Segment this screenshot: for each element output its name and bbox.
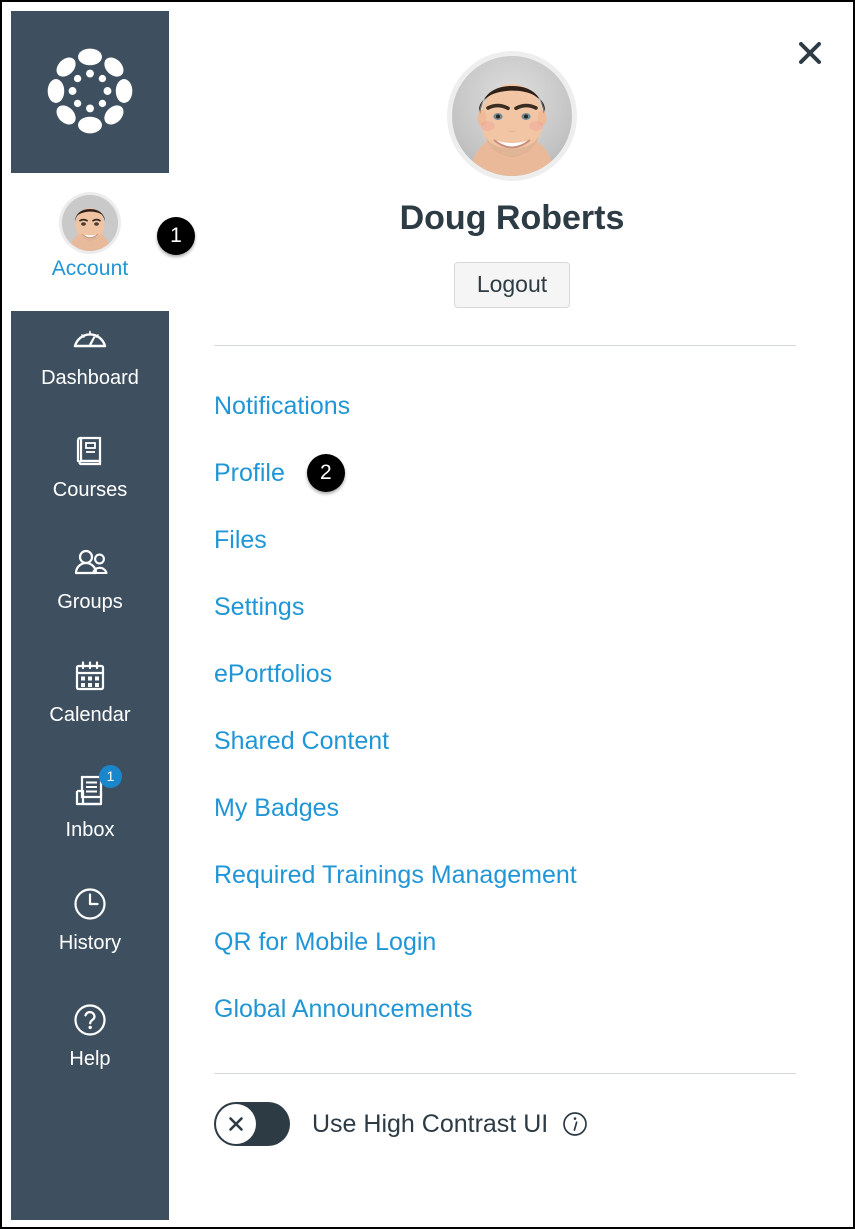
global-nav-item-inbox[interactable]: 1 Inbox xyxy=(11,765,169,842)
list-item: QR for Mobile Login xyxy=(214,908,851,975)
high-contrast-row: Use High Contrast UI xyxy=(173,1074,851,1146)
tray-link-required-trainings-management[interactable]: Required Trainings Management xyxy=(214,860,577,890)
inbox-unread-badge: 1 xyxy=(99,765,122,788)
list-item: Required Trainings Management xyxy=(214,841,851,908)
list-item: My Badges xyxy=(214,774,851,841)
tray-link-eportfolios[interactable]: ePortfolios xyxy=(214,659,332,689)
canvas-logo-icon[interactable] xyxy=(44,45,136,137)
logout-row: Logout xyxy=(173,262,851,308)
x-icon xyxy=(216,1104,256,1144)
global-nav-item-dashboard[interactable]: Dashboard xyxy=(11,319,169,390)
high-contrast-toggle[interactable] xyxy=(214,1102,290,1146)
high-contrast-label: Use High Contrast UI xyxy=(312,1110,549,1138)
groups-icon xyxy=(70,543,110,583)
tray-link-list: Notifications Profile 2 Files Settings e… xyxy=(173,346,851,1042)
tray-link-my-badges[interactable]: My Badges xyxy=(214,793,339,823)
tray-link-settings[interactable]: Settings xyxy=(214,592,304,622)
list-item: Settings xyxy=(214,573,851,640)
list-item: Files xyxy=(214,506,851,573)
list-item: Notifications xyxy=(214,372,851,439)
callout-badge-2: 2 xyxy=(306,453,345,492)
callout-badge-1: 1 xyxy=(157,217,195,255)
close-icon[interactable] xyxy=(793,36,827,70)
logout-button[interactable]: Logout xyxy=(453,262,571,308)
courses-icon xyxy=(70,431,110,471)
list-item: Shared Content xyxy=(214,707,851,774)
list-item: Profile 2 xyxy=(214,439,851,506)
tray-link-files[interactable]: Files xyxy=(214,525,267,555)
global-nav-item-label-groups: Groups xyxy=(57,591,123,613)
global-nav-item-courses[interactable]: Courses xyxy=(11,431,169,502)
global-nav-item-groups[interactable]: Groups xyxy=(11,543,169,614)
global-nav-item-label-inbox: Inbox xyxy=(65,819,115,841)
global-nav-item-label-courses: Courses xyxy=(52,479,128,501)
global-nav-item-label-calendar: Calendar xyxy=(49,704,131,726)
page-title: Doug Roberts xyxy=(399,199,625,237)
tray-link-notifications[interactable]: Notifications xyxy=(214,391,350,421)
dashboard-icon xyxy=(70,319,110,359)
avatar xyxy=(452,56,572,176)
tray-link-profile[interactable]: Profile xyxy=(214,458,285,488)
info-icon[interactable] xyxy=(562,1111,588,1137)
inbox-icon: 1 xyxy=(70,765,122,811)
global-nav-item-label-history: History xyxy=(58,932,122,954)
tray-link-shared-content[interactable]: Shared Content xyxy=(214,726,389,756)
global-nav-item-label-account: Account xyxy=(51,257,129,280)
account-avatar xyxy=(62,195,118,251)
tray-link-qr-for-mobile-login[interactable]: QR for Mobile Login xyxy=(214,927,436,957)
account-tray: Doug Roberts Logout Notifications Profil… xyxy=(173,4,851,1225)
global-nav-item-history[interactable]: History xyxy=(11,884,169,955)
global-nav-item-label-dashboard: Dashboard xyxy=(41,367,139,389)
history-icon xyxy=(70,884,110,924)
list-item: ePortfolios xyxy=(214,640,851,707)
tray-header: Doug Roberts Logout xyxy=(173,4,851,308)
list-item: Global Announcements xyxy=(214,975,851,1042)
global-nav-item-account[interactable]: Account xyxy=(11,173,169,311)
global-nav-item-calendar[interactable]: Calendar xyxy=(11,656,169,727)
global-nav-item-label-help: Help xyxy=(69,1048,111,1070)
calendar-icon xyxy=(70,656,110,696)
tray-link-global-announcements[interactable]: Global Announcements xyxy=(214,994,473,1024)
global-navigation: Account Dashboard Courses Groups Calenda… xyxy=(11,11,169,1220)
global-nav-item-help[interactable]: Help xyxy=(11,1000,169,1071)
screenshot-root: Account Dashboard Courses Groups Calenda… xyxy=(0,0,855,1229)
help-icon xyxy=(70,1000,110,1040)
